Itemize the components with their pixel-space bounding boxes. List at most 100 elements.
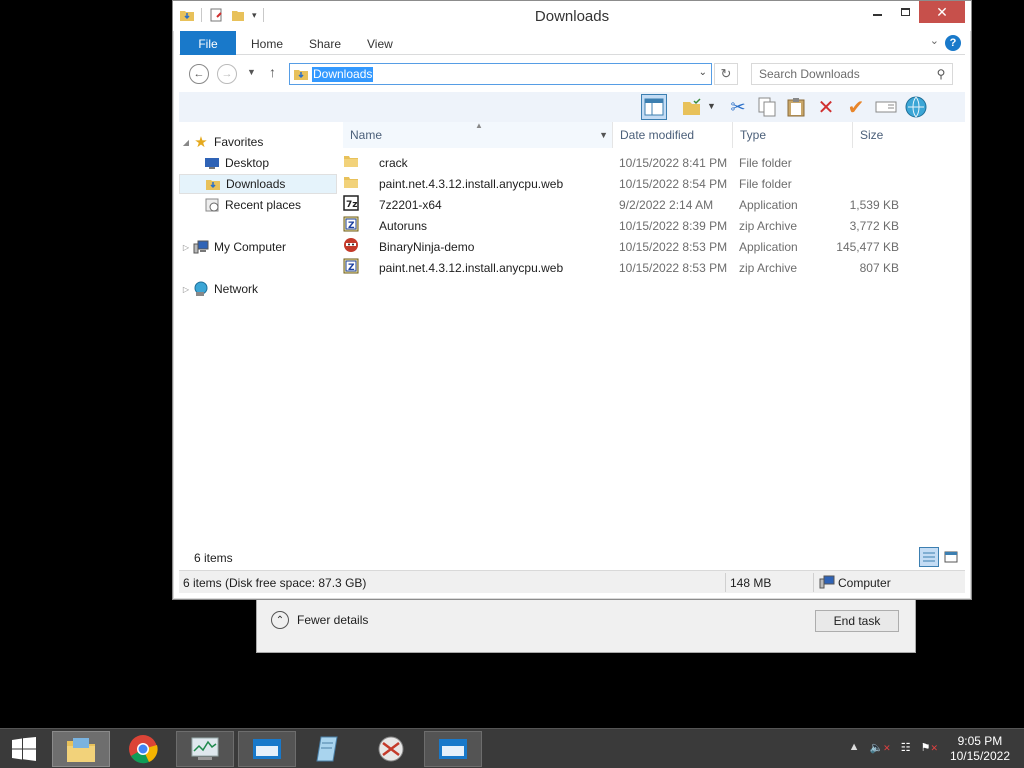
scissors-icon: ✂ xyxy=(730,96,746,117)
status-disk-space: 6 items (Disk free space: 87.3 GB) xyxy=(183,576,367,590)
nav-network[interactable]: ▷ Network xyxy=(179,279,337,299)
maximize-icon xyxy=(900,8,910,16)
notepad-icon xyxy=(316,736,338,762)
nav-my-computer[interactable]: ▷ My Computer xyxy=(179,237,337,257)
status-bar: 6 items (Disk free space: 87.3 GB) 148 M… xyxy=(179,570,965,593)
back-button[interactable]: ← xyxy=(189,64,209,84)
taskbar-chrome[interactable] xyxy=(114,731,172,767)
search-input[interactable] xyxy=(752,67,930,81)
select-button[interactable]: ✔ xyxy=(843,94,869,120)
column-filter-dropdown[interactable]: ▼ xyxy=(599,122,608,148)
nav-item-recent-places[interactable]: Recent places xyxy=(179,195,337,215)
taskbar-notepad[interactable] xyxy=(300,731,358,767)
organize-dropdown-icon[interactable]: ▼ xyxy=(707,101,716,111)
file-date: 10/15/2022 8:53 PM xyxy=(619,261,728,275)
taskbar-task-manager[interactable] xyxy=(176,731,234,767)
address-bar[interactable]: Downloads ⌄ xyxy=(289,63,712,85)
copy-button[interactable] xyxy=(754,94,780,120)
search-box[interactable]: ⚲ xyxy=(751,63,953,85)
paste-button[interactable] xyxy=(783,94,809,120)
network-status-icon[interactable]: ☷ xyxy=(901,741,911,754)
nav-item-desktop[interactable]: Desktop xyxy=(179,153,337,173)
task-manager-icon xyxy=(191,737,219,760)
start-button[interactable] xyxy=(0,729,48,768)
volume-muted-icon[interactable]: 🔈✕ xyxy=(869,741,890,754)
address-dropdown-icon[interactable]: ⌄ xyxy=(699,67,707,78)
file-date: 10/15/2022 8:54 PM xyxy=(619,177,728,191)
file-size: 3,772 KB xyxy=(849,219,899,233)
taskbar-file-explorer[interactable] xyxy=(52,731,110,767)
nav-item-downloads[interactable]: Downloads xyxy=(179,174,337,194)
close-button[interactable]: ✕ xyxy=(919,1,965,23)
end-task-button[interactable]: End task xyxy=(815,610,899,632)
file-name: 7z2201-x64 xyxy=(379,198,442,212)
maximize-button[interactable] xyxy=(891,1,919,23)
folder-icon xyxy=(344,156,358,167)
file-row[interactable]: BinaryNinja-demo 10/15/2022 8:53 PM Appl… xyxy=(343,237,933,258)
show-hidden-icons-button[interactable]: ▲ xyxy=(849,741,860,754)
new-folder-button[interactable] xyxy=(679,94,705,120)
preview-pane-button[interactable] xyxy=(641,94,667,120)
item-count: 6 items xyxy=(194,551,233,565)
file-size: 145,477 KB xyxy=(836,240,899,254)
minimize-button[interactable] xyxy=(863,1,891,23)
file-size: 1,539 KB xyxy=(849,198,899,212)
snipping-tool-icon xyxy=(378,736,404,762)
column-header-name[interactable]: ▲ Name ▼ xyxy=(343,121,613,148)
clipboard-icon xyxy=(787,98,805,117)
large-icons-view-button[interactable] xyxy=(941,547,961,567)
help-icon[interactable]: ? xyxy=(945,35,961,51)
tab-share[interactable]: Share xyxy=(309,31,341,55)
file-row[interactable]: crack 10/15/2022 8:41 PM File folder xyxy=(343,153,933,174)
taskbar-snipping-tool[interactable] xyxy=(362,731,420,767)
star-icon: ★ xyxy=(194,134,208,151)
file-row[interactable]: Z paint.net.4.3.12.install.anycpu.web 10… xyxy=(343,258,933,279)
column-header-size[interactable]: Size xyxy=(853,122,933,148)
system-tray: ▲ 🔈✕ ☷ ⚑✕ xyxy=(849,741,938,754)
expand-arrow-icon[interactable]: ▷ xyxy=(179,285,193,294)
large-icons-view-icon xyxy=(944,551,958,563)
delete-button[interactable]: ✕ xyxy=(813,94,839,120)
expand-arrow-icon[interactable]: ▷ xyxy=(179,243,193,252)
arrow-left-icon: ← xyxy=(193,68,205,80)
file-list: ▲ Name ▼ Date modified Type Size crack 1… xyxy=(343,121,965,567)
nav-network-label: Network xyxy=(214,282,259,296)
file-row[interactable]: 7z 7z2201-x64 9/2/2022 2:14 AM Applicati… xyxy=(343,195,933,216)
fewer-details-label: Fewer details xyxy=(297,613,369,627)
expand-ribbon-icon[interactable]: ⌄ xyxy=(930,34,939,47)
details-view-button[interactable] xyxy=(919,547,939,567)
rename-button[interactable] xyxy=(873,94,899,120)
view-toggle xyxy=(919,547,961,567)
nav-favorites[interactable]: ◢ ★ Favorites xyxy=(179,132,337,152)
taskbar-clock[interactable]: 9:05 PM 10/15/2022 xyxy=(950,734,1010,764)
up-button[interactable]: ↑ xyxy=(269,64,276,80)
recent-locations-dropdown[interactable]: ▼ xyxy=(247,67,256,77)
address-path[interactable]: Downloads xyxy=(312,66,374,82)
globe-button[interactable] xyxy=(903,94,929,120)
zip-icon: Z xyxy=(343,258,359,274)
file-explorer-icon xyxy=(67,738,95,762)
tab-view[interactable]: View xyxy=(367,31,393,55)
file-row[interactable]: Z Autoruns 10/15/2022 8:39 PM zip Archiv… xyxy=(343,216,933,237)
file-row[interactable]: paint.net.4.3.12.install.anycpu.web 10/1… xyxy=(343,174,933,195)
7zip-icon: 7z xyxy=(343,195,359,211)
action-center-icon[interactable]: ⚑✕ xyxy=(921,741,938,754)
tab-file[interactable]: File xyxy=(180,31,236,55)
column-header-type[interactable]: Type xyxy=(733,122,853,148)
status-divider xyxy=(725,573,726,592)
tab-home[interactable]: Home xyxy=(251,31,283,55)
fewer-details-button[interactable]: ⌃ Fewer details xyxy=(271,611,368,629)
nav-computer-label: My Computer xyxy=(214,240,287,254)
column-header-date[interactable]: Date modified xyxy=(613,122,733,148)
collapse-arrow-icon[interactable]: ◢ xyxy=(179,138,193,147)
file-type: Application xyxy=(739,240,798,254)
refresh-button[interactable]: ↻ xyxy=(714,63,738,85)
recent-places-icon xyxy=(205,198,219,212)
taskbar-window-1[interactable] xyxy=(238,731,296,767)
arrow-right-icon: → xyxy=(221,68,233,80)
cut-button[interactable]: ✂ xyxy=(725,94,751,120)
forward-button[interactable]: → xyxy=(217,64,237,84)
file-type: zip Archive xyxy=(739,261,798,275)
taskbar-window-2[interactable] xyxy=(424,731,482,767)
search-icon[interactable]: ⚲ xyxy=(930,67,952,81)
